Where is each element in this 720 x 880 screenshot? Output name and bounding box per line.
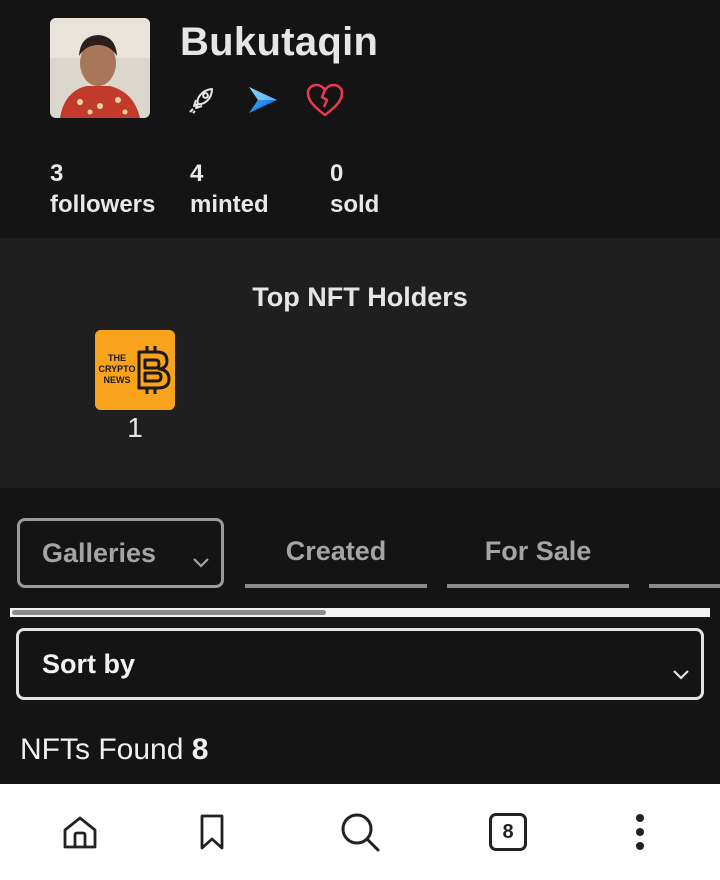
- home-icon[interactable]: [58, 810, 102, 854]
- chevron-down-icon: [671, 657, 691, 688]
- stat-minted[interactable]: 4 minted: [190, 158, 269, 220]
- tab-more[interactable]: [649, 518, 720, 588]
- stat-value: 4: [190, 160, 204, 187]
- tab-count: 8: [502, 820, 514, 843]
- brand-arrow-icon[interactable]: [243, 80, 283, 120]
- results-label: NFTs Found: [20, 733, 184, 766]
- logo-text-1: THE: [108, 353, 126, 363]
- holder-logo[interactable]: THE CRYPTO NEWS: [95, 330, 175, 410]
- sort-by-dropdown[interactable]: Sort by: [16, 628, 704, 700]
- more-menu-icon[interactable]: [618, 810, 662, 854]
- search-icon[interactable]: [338, 810, 382, 854]
- stat-followers[interactable]: 3 followers: [50, 158, 155, 220]
- tabs-switcher-button[interactable]: 8: [486, 810, 530, 854]
- dropdown-label: Galleries: [42, 537, 157, 568]
- galleries-dropdown[interactable]: Galleries: [17, 518, 224, 588]
- chevron-down-icon: [191, 545, 211, 576]
- bottom-navigation: 8: [0, 784, 720, 880]
- stat-value: 0: [330, 160, 344, 187]
- profile-header: Bukutaqin 3 followers 4 minted 0 sold: [0, 0, 720, 238]
- tab-label: Created: [285, 535, 387, 566]
- avatar[interactable]: [50, 18, 150, 118]
- stat-value: 3: [50, 160, 64, 187]
- scrollbar-thumb[interactable]: [12, 610, 326, 615]
- results-count: NFTs Found 8: [20, 733, 208, 767]
- dropdown-label: Sort by: [42, 648, 136, 679]
- heart-icon[interactable]: [305, 80, 345, 120]
- results-number: 8: [191, 733, 209, 766]
- rocket-icon[interactable]: [182, 80, 222, 120]
- bookmark-icon[interactable]: [190, 810, 234, 854]
- stat-label: followers: [50, 191, 156, 218]
- username: Bukutaqin: [180, 20, 379, 64]
- logo-text-3: NEWS: [104, 375, 131, 385]
- horizontal-scrollbar[interactable]: [10, 608, 710, 617]
- tab-created[interactable]: Created: [245, 518, 427, 588]
- stat-sold[interactable]: 0 sold: [330, 158, 379, 220]
- tab-for-sale[interactable]: For Sale: [447, 518, 629, 588]
- tab-label: For Sale: [484, 535, 592, 566]
- stat-label: sold: [330, 191, 380, 218]
- stat-label: minted: [190, 191, 269, 218]
- top-holders-section: Top NFT Holders THE CRYPTO NEWS 1: [0, 238, 720, 488]
- logo-text-2: CRYPTO: [98, 364, 135, 374]
- section-title: Top NFT Holders: [252, 282, 468, 312]
- holder-count: 1: [127, 412, 143, 443]
